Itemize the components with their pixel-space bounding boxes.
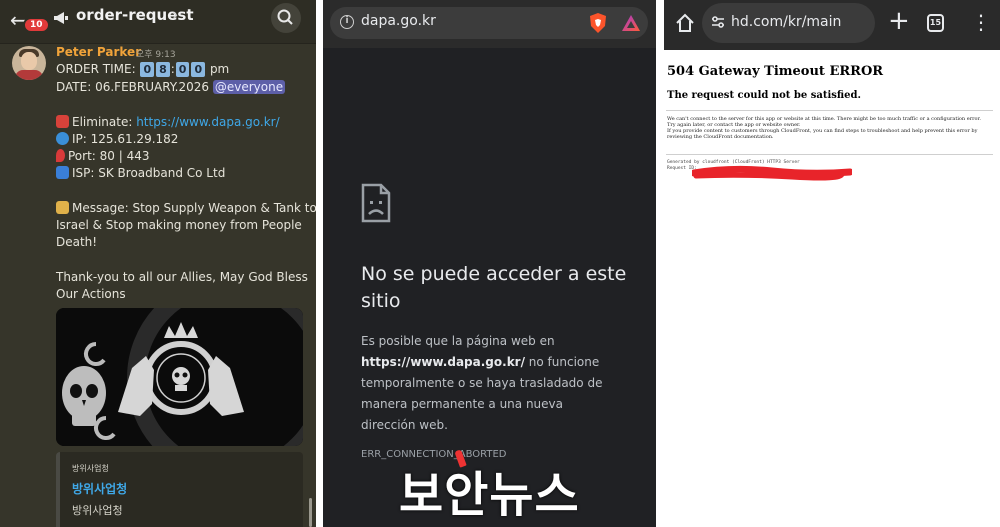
chevron-right-icon[interactable]: ›: [172, 5, 178, 24]
order-time-line: ORDER TIME: 08:00 pm: [56, 62, 230, 77]
divider: [666, 154, 993, 155]
browser-toolbar: hd.com/kr/main + 15 ⋮: [664, 0, 1000, 50]
thanks-line: Our Actions: [56, 287, 126, 301]
unread-badge: 10: [23, 17, 50, 33]
embed-provider: 방위사업청: [72, 464, 109, 473]
signal-icon: [56, 166, 69, 179]
address-text[interactable]: dapa.go.kr: [361, 13, 436, 29]
address-text[interactable]: hd.com/kr/main: [731, 14, 841, 30]
message-line: Message: Stop Supply Weapon & Tank to: [56, 201, 316, 215]
digit: 8: [156, 62, 170, 77]
everyone-mention[interactable]: @everyone: [212, 80, 286, 94]
brave-shield-icon[interactable]: [588, 12, 608, 34]
page-title: 504 Gateway Timeout ERROR: [667, 64, 884, 79]
address-bar[interactable]: hd.com/kr/main: [702, 3, 875, 43]
more-vertical-icon[interactable]: ⋮: [971, 10, 991, 34]
embed-title[interactable]: 방위사업청: [72, 480, 127, 497]
search-button[interactable]: [271, 3, 301, 33]
page-subtitle: The request could not be satisfied.: [667, 90, 861, 101]
memo-icon: [56, 201, 69, 214]
address-bar[interactable]: i dapa.go.kr: [330, 7, 648, 39]
triangle-icon[interactable]: [621, 14, 641, 32]
ip-line: IP: 125.61.29.182: [56, 132, 178, 146]
divider: [666, 110, 993, 111]
browser-error-panel: i dapa.go.kr No se puede acceder a este …: [323, 0, 656, 527]
error-explanation: We can't connect to the server for this …: [667, 116, 981, 140]
emblem-image: [56, 308, 303, 446]
thanks-line: Thank-you to all our Allies, May God Ble…: [56, 270, 308, 284]
tune-icon[interactable]: [711, 15, 725, 29]
error-url: https://www.dapa.go.kr/: [361, 355, 525, 369]
error-heading: No se puede acceder a este sitio: [361, 263, 627, 312]
megaphone-icon: [54, 12, 68, 24]
avatar[interactable]: [12, 46, 46, 80]
message-timestamp: 오후 9:13: [136, 50, 176, 60]
pin-icon: [56, 149, 65, 162]
date-line: DATE: 06.FEBRUARY.2026 @everyone: [56, 80, 286, 94]
search-icon: [277, 9, 293, 25]
info-icon[interactable]: i: [340, 15, 354, 29]
digit: 0: [175, 62, 190, 77]
link-embed[interactable]: 방위사업청 방위사업청 방위사업청: [56, 452, 303, 527]
channel-header: ← 10 order-request ›: [0, 0, 316, 44]
eliminate-line: Eliminate: https://www.dapa.go.kr/: [56, 115, 280, 129]
scrollbar[interactable]: [309, 498, 312, 527]
target-icon: [56, 115, 69, 128]
eliminate-link[interactable]: https://www.dapa.go.kr/: [136, 115, 279, 129]
error-description: Es posible que la página web en https://…: [361, 334, 603, 432]
message-line: Israel & Stop making money from People: [56, 218, 302, 232]
digit: 0: [140, 62, 155, 77]
sad-page-icon: [361, 183, 391, 223]
chat-panel: ← 10 order-request › Peter Parker 오후 9:1…: [0, 0, 316, 527]
plus-icon[interactable]: +: [888, 6, 910, 36]
browser-toolbar: i dapa.go.kr: [323, 0, 656, 48]
message-line: Death!: [56, 235, 98, 249]
embed-description: 방위사업청: [72, 504, 123, 517]
message-author[interactable]: Peter Parker: [56, 45, 141, 59]
digit: 0: [191, 62, 206, 77]
globe-icon: [56, 132, 69, 145]
home-icon[interactable]: [674, 12, 696, 34]
redaction-mark: [692, 165, 852, 181]
tab-switcher-icon[interactable]: 15: [927, 14, 944, 32]
isp-line: ISP: SK Broadband Co Ltd: [56, 166, 225, 180]
watermark: 보안뉴스: [399, 467, 580, 523]
gateway-timeout-panel: hd.com/kr/main + 15 ⋮ 504 Gateway Timeou…: [664, 0, 1000, 527]
attached-image[interactable]: [56, 308, 303, 446]
port-line: Port: 80 | 443: [56, 149, 150, 163]
